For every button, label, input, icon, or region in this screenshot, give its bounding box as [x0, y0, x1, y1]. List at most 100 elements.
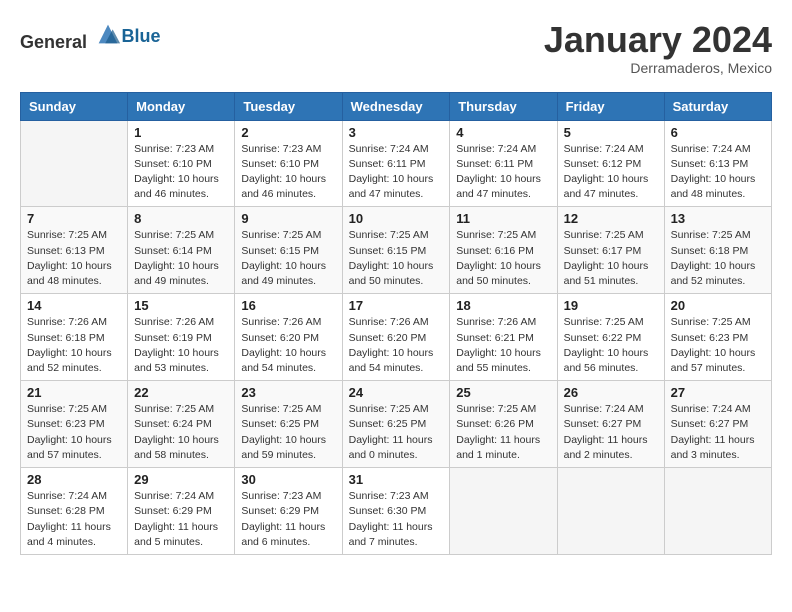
calendar-day-cell: 4 Sunrise: 7:24 AM Sunset: 6:11 PM Daylig…	[450, 120, 557, 207]
calendar-header-cell: Saturday	[664, 92, 771, 120]
day-info: Sunrise: 7:25 AM Sunset: 6:13 PM Dayligh…	[27, 228, 121, 289]
day-info: Sunrise: 7:24 AM Sunset: 6:29 PM Dayligh…	[134, 489, 228, 550]
day-number: 23	[241, 385, 335, 400]
calendar-day-cell: 9 Sunrise: 7:25 AM Sunset: 6:15 PM Daylig…	[235, 207, 342, 294]
day-number: 14	[27, 298, 121, 313]
day-info: Sunrise: 7:26 AM Sunset: 6:21 PM Dayligh…	[456, 315, 550, 376]
calendar-week-row: 21Sunrise: 7:25 AM Sunset: 6:23 PM Dayli…	[21, 381, 772, 468]
day-number: 26	[564, 385, 658, 400]
day-info: Sunrise: 7:26 AM Sunset: 6:18 PM Dayligh…	[27, 315, 121, 376]
calendar-day-cell: 30Sunrise: 7:23 AM Sunset: 6:29 PM Dayli…	[235, 468, 342, 555]
calendar-day-cell: 3Sunrise: 7:24 AM Sunset: 6:11 PM Daylig…	[342, 120, 450, 207]
day-number: 7	[27, 211, 121, 226]
calendar-header-cell: Friday	[557, 92, 664, 120]
calendar-day-cell: 8 Sunrise: 7:25 AM Sunset: 6:14 PM Daylig…	[128, 207, 235, 294]
calendar-day-cell: 15Sunrise: 7:26 AM Sunset: 6:19 PM Dayli…	[128, 294, 235, 381]
day-info: Sunrise: 7:25 AM Sunset: 6:18 PM Dayligh…	[671, 228, 765, 289]
calendar-day-cell: 5Sunrise: 7:24 AM Sunset: 6:12 PM Daylig…	[557, 120, 664, 207]
calendar-day-cell: 12 Sunrise: 7:25 AM Sunset: 6:17 PM Dayli…	[557, 207, 664, 294]
day-number: 9	[241, 211, 335, 226]
calendar-day-cell: 21Sunrise: 7:25 AM Sunset: 6:23 PM Dayli…	[21, 381, 128, 468]
day-number: 18	[456, 298, 550, 313]
day-number: 17	[349, 298, 444, 313]
calendar-day-cell: 26Sunrise: 7:24 AM Sunset: 6:27 PM Dayli…	[557, 381, 664, 468]
calendar-day-cell: 7 Sunrise: 7:25 AM Sunset: 6:13 PM Daylig…	[21, 207, 128, 294]
day-number: 29	[134, 472, 228, 487]
logo-icon	[94, 20, 122, 48]
day-number: 11	[456, 211, 550, 226]
calendar-day-cell: 24 Sunrise: 7:25 AM Sunset: 6:25 PM Dayli…	[342, 381, 450, 468]
calendar-day-cell: 2Sunrise: 7:23 AM Sunset: 6:10 PM Daylig…	[235, 120, 342, 207]
day-info: Sunrise: 7:24 AM Sunset: 6:11 PM Dayligh…	[456, 142, 550, 203]
day-info: Sunrise: 7:25 AM Sunset: 6:24 PM Dayligh…	[134, 402, 228, 463]
day-number: 16	[241, 298, 335, 313]
day-number: 30	[241, 472, 335, 487]
calendar-header-cell: Thursday	[450, 92, 557, 120]
day-number: 10	[349, 211, 444, 226]
logo: General Blue	[20, 20, 161, 53]
calendar-day-cell: 25 Sunrise: 7:25 AM Sunset: 6:26 PM Dayli…	[450, 381, 557, 468]
day-info: Sunrise: 7:25 AM Sunset: 6:14 PM Dayligh…	[134, 228, 228, 289]
day-number: 4	[456, 125, 550, 140]
calendar-day-cell: 10 Sunrise: 7:25 AM Sunset: 6:15 PM Dayli…	[342, 207, 450, 294]
day-info: Sunrise: 7:26 AM Sunset: 6:19 PM Dayligh…	[134, 315, 228, 376]
month-title: January 2024	[544, 20, 772, 60]
calendar-header-cell: Tuesday	[235, 92, 342, 120]
calendar-day-cell: 28Sunrise: 7:24 AM Sunset: 6:28 PM Dayli…	[21, 468, 128, 555]
calendar-week-row: 14 Sunrise: 7:26 AM Sunset: 6:18 PM Dayli…	[21, 294, 772, 381]
calendar-day-cell	[21, 120, 128, 207]
day-number: 22	[134, 385, 228, 400]
day-number: 27	[671, 385, 765, 400]
day-info: Sunrise: 7:25 AM Sunset: 6:15 PM Dayligh…	[241, 228, 335, 289]
day-info: Sunrise: 7:26 AM Sunset: 6:20 PM Dayligh…	[349, 315, 444, 376]
calendar-day-cell: 18 Sunrise: 7:26 AM Sunset: 6:21 PM Dayli…	[450, 294, 557, 381]
calendar-day-cell: 31 Sunrise: 7:23 AM Sunset: 6:30 PM Dayli…	[342, 468, 450, 555]
day-number: 28	[27, 472, 121, 487]
calendar-day-cell: 14 Sunrise: 7:26 AM Sunset: 6:18 PM Dayli…	[21, 294, 128, 381]
day-number: 19	[564, 298, 658, 313]
calendar-day-cell: 22 Sunrise: 7:25 AM Sunset: 6:24 PM Dayli…	[128, 381, 235, 468]
logo-general: General	[20, 32, 87, 52]
calendar-header-cell: Wednesday	[342, 92, 450, 120]
day-number: 20	[671, 298, 765, 313]
day-number: 8	[134, 211, 228, 226]
day-info: Sunrise: 7:25 AM Sunset: 6:17 PM Dayligh…	[564, 228, 658, 289]
calendar-day-cell: 20 Sunrise: 7:25 AM Sunset: 6:23 PM Dayli…	[664, 294, 771, 381]
day-info: Sunrise: 7:25 AM Sunset: 6:23 PM Dayligh…	[671, 315, 765, 376]
calendar-day-cell: 23 Sunrise: 7:25 AM Sunset: 6:25 PM Dayli…	[235, 381, 342, 468]
calendar-body: 1 Sunrise: 7:23 AM Sunset: 6:10 PM Daylig…	[21, 120, 772, 554]
day-number: 24	[349, 385, 444, 400]
day-number: 13	[671, 211, 765, 226]
day-info: Sunrise: 7:24 AM Sunset: 6:13 PM Dayligh…	[671, 142, 765, 203]
day-number: 6	[671, 125, 765, 140]
calendar-day-cell: 1 Sunrise: 7:23 AM Sunset: 6:10 PM Daylig…	[128, 120, 235, 207]
day-number: 21	[27, 385, 121, 400]
day-number: 31	[349, 472, 444, 487]
day-info: Sunrise: 7:23 AM Sunset: 6:10 PM Dayligh…	[134, 142, 228, 203]
day-info: Sunrise: 7:25 AM Sunset: 6:25 PM Dayligh…	[349, 402, 444, 463]
calendar-header-cell: Sunday	[21, 92, 128, 120]
day-info: Sunrise: 7:25 AM Sunset: 6:15 PM Dayligh…	[349, 228, 444, 289]
calendar-day-cell: 17 Sunrise: 7:26 AM Sunset: 6:20 PM Dayli…	[342, 294, 450, 381]
calendar-day-cell: 13 Sunrise: 7:25 AM Sunset: 6:18 PM Dayli…	[664, 207, 771, 294]
day-number: 12	[564, 211, 658, 226]
day-info: Sunrise: 7:24 AM Sunset: 6:11 PM Dayligh…	[349, 142, 444, 203]
day-info: Sunrise: 7:25 AM Sunset: 6:26 PM Dayligh…	[456, 402, 550, 463]
calendar-table: SundayMondayTuesdayWednesdayThursdayFrid…	[20, 92, 772, 555]
calendar-day-cell: 29 Sunrise: 7:24 AM Sunset: 6:29 PM Dayli…	[128, 468, 235, 555]
day-info: Sunrise: 7:23 AM Sunset: 6:10 PM Dayligh…	[241, 142, 335, 203]
day-number: 25	[456, 385, 550, 400]
day-info: Sunrise: 7:25 AM Sunset: 6:25 PM Dayligh…	[241, 402, 335, 463]
day-info: Sunrise: 7:23 AM Sunset: 6:30 PM Dayligh…	[349, 489, 444, 550]
day-info: Sunrise: 7:24 AM Sunset: 6:27 PM Dayligh…	[671, 402, 765, 463]
calendar-header-row: SundayMondayTuesdayWednesdayThursdayFrid…	[21, 92, 772, 120]
calendar-week-row: 1 Sunrise: 7:23 AM Sunset: 6:10 PM Daylig…	[21, 120, 772, 207]
calendar-day-cell	[557, 468, 664, 555]
day-info: Sunrise: 7:26 AM Sunset: 6:20 PM Dayligh…	[241, 315, 335, 376]
calendar-day-cell: 27 Sunrise: 7:24 AM Sunset: 6:27 PM Dayli…	[664, 381, 771, 468]
day-number: 5	[564, 125, 658, 140]
day-number: 1	[134, 125, 228, 140]
calendar-week-row: 28Sunrise: 7:24 AM Sunset: 6:28 PM Dayli…	[21, 468, 772, 555]
calendar-day-cell: 6 Sunrise: 7:24 AM Sunset: 6:13 PM Daylig…	[664, 120, 771, 207]
day-info: Sunrise: 7:25 AM Sunset: 6:16 PM Dayligh…	[456, 228, 550, 289]
